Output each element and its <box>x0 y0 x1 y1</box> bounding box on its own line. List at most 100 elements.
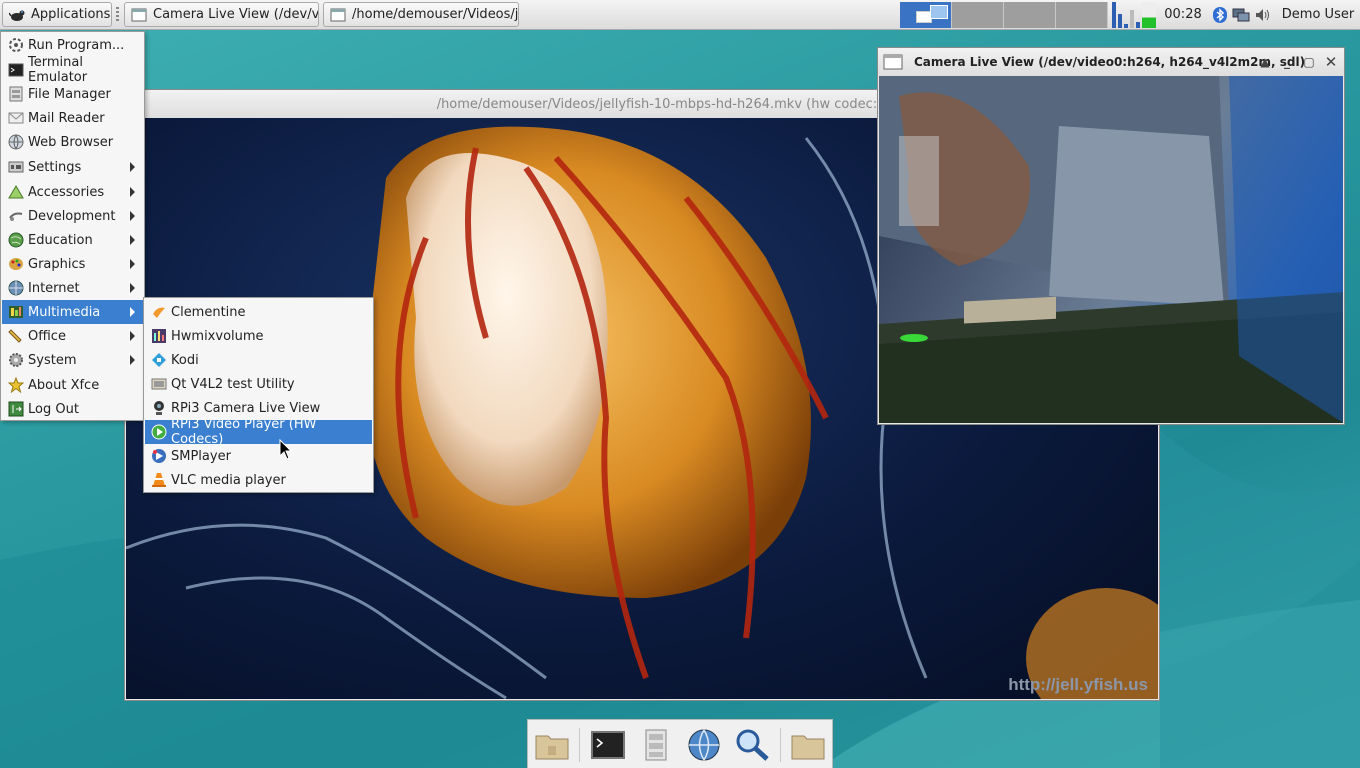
submenu-arrow-icon <box>130 331 135 341</box>
menu-item-label: Terminal Emulator <box>28 55 88 85</box>
camera-window-title: Camera Live View (/dev/video0:h264, h264… <box>914 55 1306 69</box>
multimedia-submenu: Clementine Hwmixvolume Kodi Qt V4L2 test… <box>143 297 374 493</box>
submenu-item-vlc[interactable]: VLC media player <box>145 468 372 492</box>
window-minimize-icon[interactable]: _ <box>1280 55 1294 69</box>
workspace-switcher <box>900 2 1110 28</box>
workspace-2[interactable] <box>952 2 1004 28</box>
bluetooth-icon[interactable] <box>1211 6 1229 24</box>
submenu-item-hwmixvolume[interactable]: Hwmixvolume <box>145 324 372 348</box>
menu-item-label: Multimedia <box>28 304 101 320</box>
menu-item-system[interactable]: System <box>2 348 143 372</box>
network-icon[interactable] <box>1232 6 1250 24</box>
menu-item-label: Web Browser <box>28 134 114 150</box>
top-panel: Applications Camera Live View (/dev/v...… <box>0 0 1360 30</box>
window-icon <box>330 8 346 21</box>
menu-item-accessories[interactable]: Accessories <box>2 180 143 204</box>
menu-item-web-browser[interactable]: Web Browser <box>2 130 143 154</box>
menu-item-log-out[interactable]: Log Out <box>2 397 143 421</box>
task-label: /home/demouser/Videos/j... <box>352 7 519 22</box>
play-icon <box>151 424 167 440</box>
cpu-graph <box>1112 2 1160 28</box>
logout-icon <box>8 401 24 417</box>
submenu-item-qt-v4l2[interactable]: Qt V4L2 test Utility <box>145 372 372 396</box>
menu-item-label: VLC media player <box>171 472 286 488</box>
submenu-arrow-icon <box>130 355 135 365</box>
menu-item-label: Settings <box>28 159 82 175</box>
task-video-player[interactable]: /home/demouser/Videos/j... <box>323 2 519 27</box>
submenu-arrow-icon <box>130 283 135 293</box>
terminal-icon <box>8 63 24 77</box>
user-name[interactable]: Demo User <box>1278 0 1358 30</box>
smplayer-icon <box>152 449 166 463</box>
vlc-icon <box>152 473 166 487</box>
menu-item-label: RPi3 Video Player (HW Codecs) <box>171 417 317 447</box>
terminal-icon[interactable] <box>590 728 626 762</box>
menu-item-label: About Xfce <box>28 377 100 393</box>
menu-item-label: Log Out <box>28 401 79 417</box>
menu-item-label: Mail Reader <box>28 110 105 126</box>
menu-item-settings[interactable]: Settings <box>2 155 143 179</box>
menu-item-mail-reader[interactable]: Mail Reader <box>2 106 143 130</box>
folder-icon[interactable] <box>790 728 826 762</box>
submenu-item-clementine[interactable]: Clementine <box>145 300 372 324</box>
clock[interactable]: 00:28 <box>1162 0 1204 30</box>
workspace-1[interactable] <box>900 2 952 28</box>
submenu-arrow-icon <box>130 162 135 172</box>
graphics-icon <box>9 258 23 270</box>
task-label: Camera Live View (/dev/v... <box>153 7 319 22</box>
menu-item-development[interactable]: Development <box>2 204 143 228</box>
menu-item-label: Education <box>28 232 93 248</box>
multimedia-icon <box>9 306 23 318</box>
video-watermark: http://jell.yfish.us <box>1008 675 1148 694</box>
camera-window-titlebar[interactable]: Camera Live View (/dev/video0:h264, h264… <box>878 48 1344 76</box>
workspace-4[interactable] <box>1056 2 1108 28</box>
menu-item-education[interactable]: Education <box>2 228 143 252</box>
submenu-item-rpi3-video-player[interactable]: RPi3 Video Player (HW Codecs) <box>145 417 372 447</box>
search-icon[interactable] <box>734 728 770 762</box>
menu-item-internet[interactable]: Internet <box>2 276 143 300</box>
webcam-icon <box>154 401 164 415</box>
submenu-arrow-icon <box>130 235 135 245</box>
run-icon <box>9 38 23 52</box>
submenu-arrow-icon <box>130 187 135 197</box>
menu-item-terminal-emulator[interactable]: Terminal Emulator <box>2 55 143 85</box>
menu-item-multimedia[interactable]: Multimedia <box>2 300 143 324</box>
menu-item-about-xfce[interactable]: About Xfce <box>2 373 143 397</box>
system-icon <box>9 353 23 367</box>
window-shade-icon[interactable]: ▲ <box>1258 55 1272 69</box>
kodi-icon <box>152 353 166 367</box>
window-maximize-icon[interactable]: ▢ <box>1302 55 1316 69</box>
window-close-icon[interactable]: ✕ <box>1324 55 1338 70</box>
menu-item-label: Hwmixvolume <box>171 328 264 344</box>
menu-item-graphics[interactable]: Graphics <box>2 252 143 276</box>
camera-live-view-window[interactable]: Camera Live View (/dev/video0:h264, h264… <box>877 47 1345 425</box>
menu-item-file-manager[interactable]: File Manager <box>2 82 143 106</box>
file-cabinet-icon[interactable] <box>638 728 674 762</box>
submenu-item-kodi[interactable]: Kodi <box>145 348 372 372</box>
menu-item-label: Run Program... <box>28 37 125 53</box>
menu-item-label: File Manager <box>28 86 111 102</box>
bottom-dock <box>527 719 833 768</box>
office-icon <box>8 329 22 343</box>
dock-separator <box>579 728 580 762</box>
star-icon <box>8 377 24 393</box>
panel-grip[interactable] <box>116 7 119 23</box>
menu-item-office[interactable]: Office <box>2 324 143 348</box>
web-browser-icon[interactable] <box>686 728 722 762</box>
camera-feed[interactable] <box>879 76 1343 423</box>
development-icon <box>9 212 23 221</box>
home-folder-icon[interactable] <box>534 728 570 762</box>
file-manager-icon <box>9 86 23 102</box>
applications-label: Applications <box>31 7 111 22</box>
internet-icon <box>8 280 24 296</box>
window-menu-icon[interactable] <box>883 54 903 70</box>
volume-icon[interactable] <box>1254 6 1272 24</box>
submenu-item-smplayer[interactable]: SMPlayer <box>145 444 372 468</box>
menu-item-run-program[interactable]: Run Program... <box>2 33 143 57</box>
applications-menu-button[interactable]: Applications <box>2 2 112 27</box>
education-icon <box>8 232 24 248</box>
qv4l2-icon <box>151 378 167 390</box>
task-camera-live-view[interactable]: Camera Live View (/dev/v... <box>124 2 319 27</box>
window-icon <box>131 8 147 21</box>
workspace-3[interactable] <box>1004 2 1056 28</box>
